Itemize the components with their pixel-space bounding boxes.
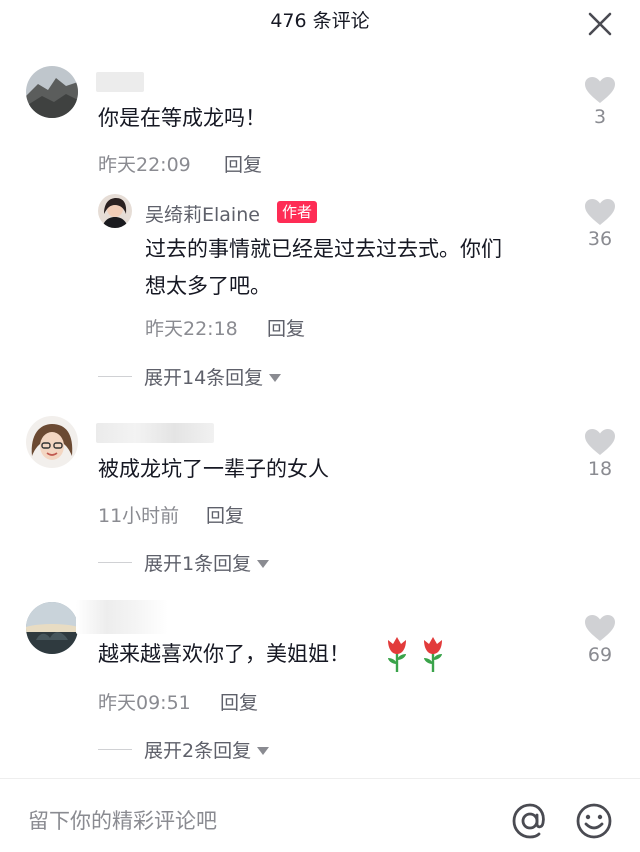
reply-button[interactable]: 回复 bbox=[220, 688, 258, 715]
caret-down-icon bbox=[269, 373, 282, 382]
rose-emoji bbox=[418, 634, 448, 678]
expand-replies-label: 展开1条回复 bbox=[144, 553, 252, 575]
like-button[interactable]: 18 bbox=[578, 428, 622, 480]
author-reply-text-line1: 过去的事情就已经是过去过去式。你们 bbox=[145, 237, 502, 261]
avatar[interactable] bbox=[26, 416, 78, 468]
divider bbox=[98, 749, 132, 750]
avatar[interactable] bbox=[26, 66, 78, 118]
heart-icon bbox=[585, 429, 615, 455]
avatar[interactable] bbox=[26, 602, 78, 654]
comment-input-bar: 留下你的精彩评论吧 bbox=[0, 778, 640, 852]
comment-count-title: 476 条评论 bbox=[270, 10, 370, 32]
comment-input[interactable]: 留下你的精彩评论吧 bbox=[28, 805, 217, 835]
expand-replies-label: 展开14条回复 bbox=[144, 367, 264, 389]
username-blurred[interactable] bbox=[76, 600, 168, 634]
caret-down-icon bbox=[257, 746, 270, 755]
author-avatar[interactable] bbox=[98, 194, 132, 228]
close-icon[interactable] bbox=[586, 10, 614, 38]
expand-replies-button[interactable]: 展开2条回复 bbox=[98, 736, 270, 763]
emoji-icon[interactable] bbox=[574, 801, 614, 841]
like-count: 18 bbox=[587, 458, 613, 480]
comment-time: 11小时前 bbox=[98, 505, 180, 527]
comment-time: 昨天22:09 bbox=[98, 154, 191, 176]
reply-button[interactable]: 回复 bbox=[267, 314, 305, 341]
author-reply-time: 昨天22:18 bbox=[145, 318, 238, 340]
heart-icon bbox=[585, 199, 615, 225]
comment-text: 越来越喜欢你了，美姐姐！ bbox=[98, 642, 350, 666]
comment-time: 昨天09:51 bbox=[98, 692, 191, 714]
heart-icon bbox=[585, 77, 615, 103]
like-count: 3 bbox=[593, 106, 607, 128]
expand-replies-button[interactable]: 展开1条回复 bbox=[98, 549, 270, 576]
author-username[interactable]: 吴绮莉Elaine bbox=[145, 200, 260, 227]
username-blurred[interactable] bbox=[96, 423, 214, 443]
like-button[interactable]: 36 bbox=[578, 198, 622, 250]
like-count: 36 bbox=[587, 228, 613, 250]
rose-emoji bbox=[382, 634, 412, 678]
caret-down-icon bbox=[257, 559, 270, 568]
comment-text: 你是在等成龙吗！ bbox=[98, 106, 266, 130]
username-blurred[interactable] bbox=[96, 72, 144, 92]
expand-replies-button[interactable]: 展开14条回复 bbox=[98, 363, 282, 390]
reply-button[interactable]: 回复 bbox=[224, 150, 262, 177]
comment-text: 被成龙坑了一辈子的女人 bbox=[98, 457, 329, 481]
heart-icon bbox=[585, 615, 615, 641]
like-count: 69 bbox=[587, 644, 613, 666]
at-icon[interactable] bbox=[510, 801, 550, 841]
like-button[interactable]: 69 bbox=[578, 614, 622, 666]
author-reply-text-line2: 想太多了吧。 bbox=[145, 274, 271, 298]
divider bbox=[98, 562, 132, 563]
author-badge: 作者 bbox=[277, 201, 318, 223]
comments-header: 476 条评论 bbox=[0, 0, 640, 36]
reply-button[interactable]: 回复 bbox=[206, 501, 244, 528]
like-button[interactable]: 3 bbox=[578, 76, 622, 128]
expand-replies-label: 展开2条回复 bbox=[144, 740, 252, 762]
divider bbox=[98, 376, 132, 377]
